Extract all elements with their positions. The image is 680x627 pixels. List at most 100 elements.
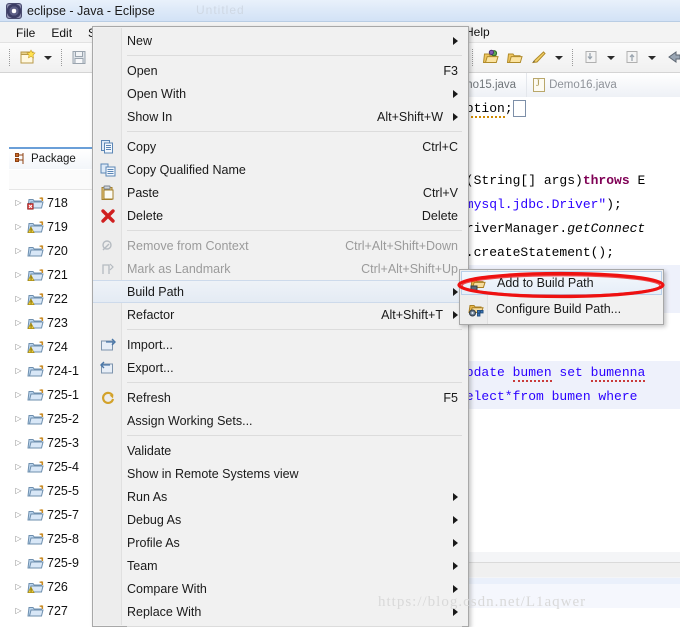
context-menu-item-debug-as[interactable]: Debug As [93,508,468,531]
context-menu-separator [127,131,462,132]
build-path-submenu[interactable]: Add to Build Path Configure Build Path..… [459,269,664,325]
tree-twisty-collapsed-icon[interactable]: ▷ [13,535,24,543]
context-menu-item-paste[interactable]: Paste Ctrl+V [93,181,468,204]
project-folder-icon [27,484,44,498]
context-menu-item-label: Profile As [127,535,180,550]
submenu-arrow-icon [453,492,458,501]
context-menu-item-profile-as[interactable]: Profile As [93,531,468,554]
previous-dropdown-caret[interactable] [648,55,656,60]
submenu-arrow-icon [453,310,458,319]
tree-twisty-collapsed-icon[interactable]: ▷ [13,271,24,279]
project-folder-icon [27,316,44,330]
paste-icon [100,185,116,201]
context-menu-item-show-in-remote-systems-view[interactable]: Show in Remote Systems view [93,462,468,485]
submenu-item-configure-build-path[interactable]: Configure Build Path... [460,296,663,322]
tree-item-label: 719 [47,220,68,234]
tree-twisty-collapsed-icon[interactable]: ▷ [13,415,24,423]
run-dropdown-caret[interactable] [555,55,563,60]
tree-twisty-collapsed-icon[interactable]: ▷ [13,439,24,447]
project-folder-icon [27,508,44,522]
tree-item-label: 724-1 [47,364,79,378]
context-menu-item-run-as[interactable]: Run As [93,485,468,508]
project-folder-icon [27,364,44,378]
tree-twisty-collapsed-icon[interactable]: ▷ [13,511,24,519]
open-type-icon[interactable] [504,47,525,68]
save-icon[interactable] [69,47,90,68]
context-menu-item-refactor[interactable]: Refactor Alt+Shift+T [93,303,468,326]
submenu-arrow-icon [453,89,458,98]
context-menu-item-validate[interactable]: Validate [93,439,468,462]
context-menu-item-label: Debug As [127,512,182,527]
tree-twisty-collapsed-icon[interactable]: ▷ [13,607,24,615]
package-explorer-icon [15,153,27,165]
menubar-item-file[interactable]: File [8,24,43,42]
tree-twisty-collapsed-icon[interactable]: ▷ [13,247,24,255]
back-icon[interactable] [662,47,680,68]
tree-twisty-collapsed-icon[interactable]: ▷ [13,295,24,303]
context-menu-item-mark-as-landmark: Mark as Landmark Ctrl+Alt+Shift+Up [93,257,468,280]
context-menu-item-shortcut: Ctrl+Alt+Shift+Up [361,261,458,276]
tree-twisty-collapsed-icon[interactable]: ▷ [13,583,24,591]
context-menu-item-label: Copy [127,139,157,154]
eclipse-window: eclipse - Java - Eclipse Untitled File E… [0,0,680,627]
context-menu-item-new[interactable]: New [93,29,468,52]
tree-item-label: 727 [47,604,68,618]
tree-twisty-collapsed-icon[interactable]: ▷ [13,559,24,567]
tree-item-label: 722 [47,292,68,306]
context-menu-item-shortcut: Ctrl+V [422,185,458,200]
tree-twisty-collapsed-icon[interactable]: ▷ [13,223,24,231]
new-dropdown-caret[interactable] [44,55,52,60]
context-menu-item-assign-working-sets[interactable]: Assign Working Sets... [93,409,468,432]
tree-item-label: 720 [47,244,68,258]
menubar-item-edit[interactable]: Edit [43,24,80,42]
context-menu-item-label: Remove from Context [127,238,249,253]
context-menu-item-export[interactable]: Export... [93,356,468,379]
context-menu-item-team[interactable]: Team [93,554,468,577]
new-wizard-icon[interactable] [17,47,38,68]
tree-twisty-collapsed-icon[interactable]: ▷ [13,319,24,327]
tree-item-label: 721 [47,268,68,282]
code-line: select*from bumen where [456,385,680,409]
context-menu-item-show-in[interactable]: Show In Alt+Shift+W [93,105,468,128]
tree-twisty-collapsed-icon[interactable]: ▷ [13,199,24,207]
toolbar-separator [472,49,474,66]
export-icon [100,360,116,376]
tree-item-label: 725-7 [47,508,79,522]
context-menu-item-build-path[interactable]: Build Path [93,280,468,303]
context-menu[interactable]: New Open F3 Open With Show In Alt+Shift+W Copy… [92,26,469,627]
tree-twisty-collapsed-icon[interactable]: ▷ [13,463,24,471]
project-folder-icon [27,412,44,426]
context-menu-item-refresh[interactable]: Refresh F5 [93,386,468,409]
run-icon[interactable] [528,47,549,68]
tree-twisty-collapsed-icon[interactable]: ▷ [13,391,24,399]
submenu-arrow-icon [453,538,458,547]
submenu-item-add-to-build-path[interactable]: Add to Build Path [461,271,662,295]
watermark-text: https://blog.csdn.net/L1aqwer [378,594,587,610]
context-menu-item-copy[interactable]: Copy Ctrl+C [93,135,468,158]
context-menu-item-delete[interactable]: Delete Delete [93,204,468,227]
tree-twisty-collapsed-icon[interactable]: ▷ [13,487,24,495]
titlebar-ghost-text: Untitled [196,3,245,17]
editor-tab-label: mo15.java [463,79,517,91]
context-menu-item-shortcut: Alt+Shift+T [381,307,443,322]
tree-twisty-collapsed-icon[interactable]: ▷ [13,367,24,375]
new-java-project-icon[interactable] [480,47,501,68]
context-menu-item-copy-qualified-name[interactable]: Copy Qualified Name [93,158,468,181]
context-menu-item-label: Team [127,558,158,573]
editor-tabbar: mo15.java Demo16.java [456,73,680,97]
context-menu-item-label: Paste [127,185,159,200]
context-menu-item-open[interactable]: Open F3 [93,59,468,82]
submenu-arrow-icon [453,112,458,121]
project-folder-icon [27,436,44,450]
next-annotation-icon[interactable] [580,47,601,68]
tree-twisty-collapsed-icon[interactable]: ▷ [13,343,24,351]
previous-annotation-icon[interactable] [621,47,642,68]
project-folder-icon [27,340,44,354]
copy-icon [100,139,116,155]
editor-tab-demo16[interactable]: Demo16.java [526,73,627,97]
editor-hscrollbar-track[interactable] [456,562,680,577]
context-menu-item-import[interactable]: Import... [93,333,468,356]
context-menu-item-open-with[interactable]: Open With [93,82,468,105]
context-menu-item-label: Export... [127,360,174,375]
next-dropdown-caret[interactable] [607,55,615,60]
